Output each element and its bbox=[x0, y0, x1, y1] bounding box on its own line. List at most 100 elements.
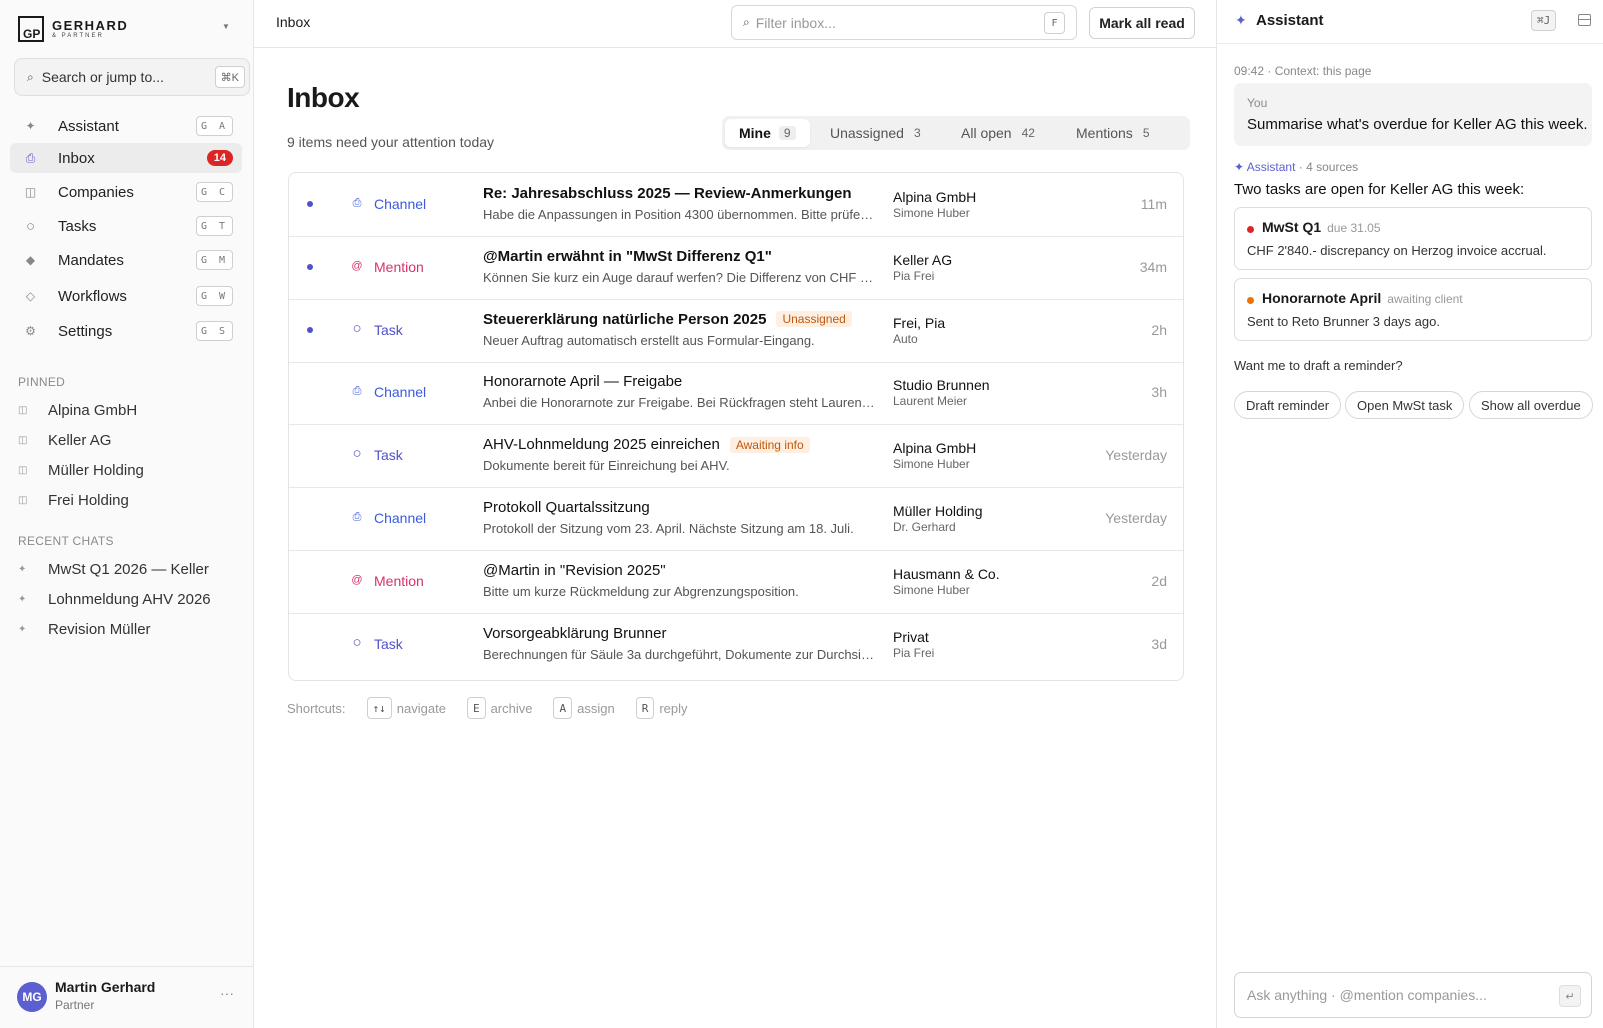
task-card[interactable]: MwSt Q1 due 31.05 CHF 2'840.- discrepancy… bbox=[1234, 207, 1592, 270]
nav-item-mandates[interactable]: ◆ Mandates G M bbox=[10, 245, 242, 275]
recent-chat-item[interactable]: ✦ Lohnmeldung AHV 2026 bbox=[18, 591, 211, 608]
inbox-row[interactable]: ○ Task Steuererklärung natürliche Person 2… bbox=[289, 299, 1183, 363]
item-type: Mention bbox=[374, 258, 424, 275]
tab-label: All open bbox=[961, 125, 1012, 141]
nav-label: Inbox bbox=[58, 149, 95, 167]
input-placeholder: Ask anything · @mention companies... bbox=[1247, 987, 1487, 1003]
card-meta: due 31.05 bbox=[1327, 221, 1381, 235]
item-type: Task bbox=[374, 447, 403, 464]
item-type: Channel bbox=[374, 196, 427, 212]
send-icon[interactable]: ↵ bbox=[1559, 985, 1581, 1007]
item-person: Simone Huber bbox=[893, 582, 970, 597]
tab-all-open[interactable]: All open 42 bbox=[947, 119, 1049, 147]
inbox-row[interactable]: ○ Task AHV-Lohnmeldung 2025 einreichen Awai… bbox=[289, 424, 1183, 489]
assistant-input[interactable]: Ask anything · @mention companies... ↵ bbox=[1234, 972, 1592, 1018]
user-name: Martin Gerhard bbox=[55, 979, 156, 995]
sparkle-icon: ✦ bbox=[18, 564, 27, 575]
topbar: Inbox ⌕ Filter inbox... F Mark all read bbox=[254, 0, 1216, 48]
nav-item-workflows[interactable]: ◇ Workflows G W bbox=[10, 281, 242, 311]
card-body: CHF 2'840.- discrepancy on Herzog invoic… bbox=[1247, 243, 1547, 258]
inbox-row[interactable]: @ Mention @Martin in "Revision 2025" Bitte … bbox=[289, 550, 1183, 614]
item-preview: Berechnungen für Säule 3a durchgeführt, … bbox=[483, 646, 875, 662]
user-role: Partner bbox=[55, 998, 95, 1012]
sparkle-icon: ✦ bbox=[25, 119, 36, 133]
item-preview: Bitte um kurze Rückmeldung zur Abgrenzun… bbox=[483, 583, 799, 599]
inbox-row[interactable]: @ Mention @Martin erwähnt in "MwSt Differe… bbox=[289, 236, 1183, 300]
inbox-row[interactable]: ⎙ Channel Honorarnote April — Freigabe Anbe… bbox=[289, 361, 1183, 426]
tab-mine[interactable]: Mine 9 bbox=[725, 119, 810, 147]
unread-dot-icon bbox=[307, 263, 313, 270]
circle-icon: ○ bbox=[352, 319, 362, 337]
status-dot-icon bbox=[1247, 226, 1254, 233]
search-icon: ⌕ bbox=[743, 15, 750, 29]
nav-item-inbox[interactable]: ⎙ Inbox 14 bbox=[10, 143, 242, 173]
circle-icon: ○ bbox=[352, 633, 362, 651]
open-mwst-task-button[interactable]: Open MwSt task bbox=[1345, 391, 1465, 419]
at-icon: @ bbox=[351, 573, 363, 586]
inbox-row[interactable]: ○ Task Vorsorgeabklärung Brunner Berechnung… bbox=[289, 613, 1183, 677]
item-type: Task bbox=[374, 635, 403, 652]
item-time: Yesterday bbox=[1105, 447, 1167, 464]
circle-icon: ○ bbox=[25, 217, 36, 235]
tab-label: Unassigned bbox=[830, 125, 904, 141]
item-company: Studio Brunnen bbox=[893, 377, 990, 394]
mark-all-read-button[interactable]: Mark all read bbox=[1089, 7, 1195, 39]
show-all-overdue-button[interactable]: Show all overdue bbox=[1469, 391, 1593, 419]
draft-reminder-button[interactable]: Draft reminder bbox=[1234, 391, 1342, 419]
item-company: Keller AG bbox=[893, 251, 953, 268]
filter-input[interactable]: ⌕ Filter inbox... F bbox=[731, 5, 1077, 40]
task-card[interactable]: Honorarnote April awaiting client Sent to… bbox=[1234, 278, 1592, 341]
chevron-down-icon[interactable]: ▼ bbox=[222, 22, 230, 31]
pinned-item[interactable]: ◫ Keller AG bbox=[18, 432, 111, 449]
tab-mentions[interactable]: Mentions 5 bbox=[1062, 119, 1164, 147]
sparkle-icon: ✦ bbox=[18, 624, 27, 635]
item-title-text: Protokoll Quartalssitzung bbox=[483, 499, 650, 516]
more-icon[interactable]: ··· bbox=[220, 985, 234, 1001]
sources-count: · 4 sources bbox=[1295, 160, 1359, 174]
inbox-row[interactable]: ⎙ Channel Protokoll Quartalssitzung Protoko… bbox=[289, 487, 1183, 551]
search-input[interactable]: ⌕ Search or jump to... ⌘K bbox=[14, 58, 250, 96]
nav-item-companies[interactable]: ◫ Companies G C bbox=[10, 177, 242, 207]
nav-label: Mandates bbox=[58, 251, 124, 269]
building-icon: ◫ bbox=[18, 495, 28, 506]
message-author: You bbox=[1247, 96, 1268, 110]
nav-shortcut: G W bbox=[195, 286, 233, 306]
building-icon: ◫ bbox=[24, 185, 37, 199]
nav-item-settings[interactable]: ⚙ Settings G S bbox=[10, 316, 242, 346]
breadcrumb: Inbox bbox=[276, 14, 311, 30]
brand-logo[interactable]: GP GERHARD & PARTNER bbox=[18, 16, 128, 42]
item-company: Alpina GmbH bbox=[893, 440, 977, 457]
item-preview: Protokoll der Sitzung vom 23. April. Näc… bbox=[483, 521, 854, 536]
pinned-label: Keller AG bbox=[48, 432, 112, 449]
toggle-panel-icon[interactable] bbox=[1578, 14, 1591, 26]
user-profile[interactable]: MG Martin Gerhard Partner ··· bbox=[0, 966, 254, 1028]
item-person: Pia Frei bbox=[893, 268, 935, 283]
channel-icon: ⎙ bbox=[352, 197, 362, 209]
recent-chat-item[interactable]: ✦ Revision Müller bbox=[18, 621, 151, 638]
assistant-title: Assistant bbox=[1256, 12, 1324, 29]
page-subtitle: 9 items need your attention today bbox=[287, 134, 495, 150]
brand-sub: & PARTNER bbox=[52, 33, 104, 39]
pinned-heading: PINNED bbox=[18, 375, 66, 389]
item-preview: Habe die Anpassungen in Position 4300 üb… bbox=[483, 207, 875, 222]
card-body: Sent to Reto Brunner 3 days ago. bbox=[1247, 314, 1440, 329]
nav-item-assistant[interactable]: ✦ Assistant G A bbox=[10, 111, 242, 141]
card-title: MwSt Q1 bbox=[1262, 219, 1322, 235]
pinned-item[interactable]: ◫ Müller Holding bbox=[18, 462, 144, 479]
page-title: Inbox bbox=[287, 82, 360, 113]
nav-label: Assistant bbox=[58, 117, 119, 135]
at-icon: @ bbox=[351, 259, 363, 272]
tab-unassigned[interactable]: Unassigned 3 bbox=[816, 119, 935, 147]
pinned-item[interactable]: ◫ Frei Holding bbox=[18, 492, 129, 509]
pinned-item[interactable]: ◫ Alpina GmbH bbox=[18, 402, 137, 419]
item-person: Simone Huber bbox=[893, 206, 970, 220]
inbox-count-badge: 14 bbox=[206, 150, 233, 166]
inbox-row[interactable]: ⎙ Channel Re: Jahresabschluss 2025 — Revie… bbox=[289, 173, 1183, 237]
recent-chat-item[interactable]: ✦ MwSt Q1 2026 — Keller bbox=[18, 561, 209, 578]
nav-item-tasks[interactable]: ○ Tasks G T bbox=[10, 211, 242, 241]
nav-label: Companies bbox=[58, 183, 134, 201]
item-title-text: AHV-Lohnmeldung 2025 einreichen bbox=[483, 436, 720, 454]
item-title: Protokoll Quartalssitzung bbox=[483, 499, 650, 516]
channel-icon: ⎙ bbox=[352, 385, 362, 398]
recent-chat-label: MwSt Q1 2026 — Keller bbox=[48, 561, 209, 578]
